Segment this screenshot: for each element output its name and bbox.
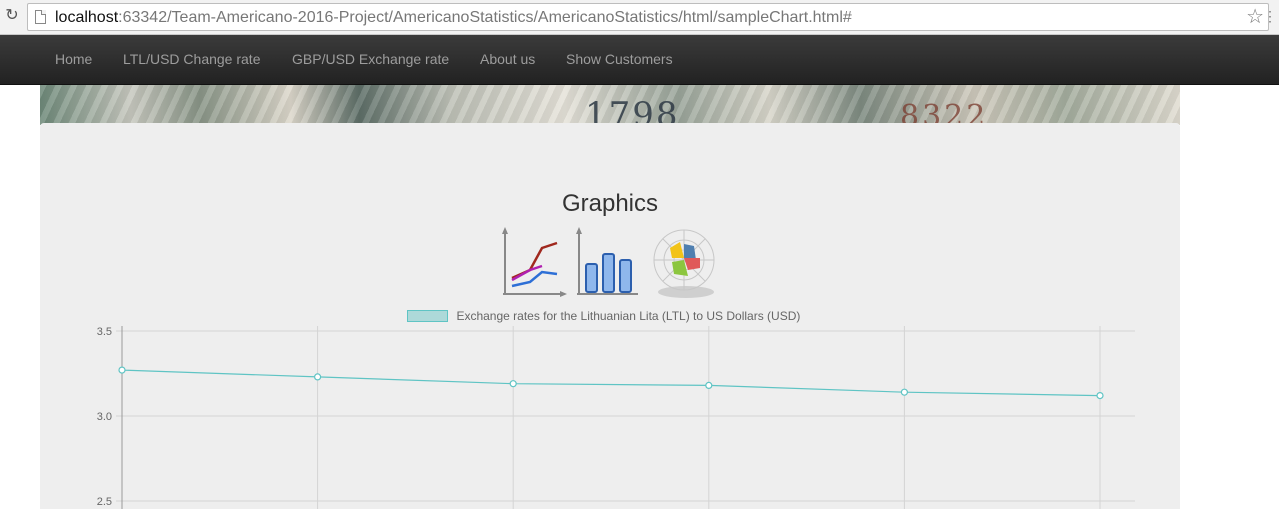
- radar-chart-icon[interactable]: [650, 226, 722, 305]
- y-tick-label: 2.5: [97, 496, 112, 508]
- nav-show-customers[interactable]: Show Customers: [566, 51, 673, 67]
- top-navbar: Home LTL/USD Change rate GBP/USD Exchang…: [0, 35, 1279, 85]
- page-title: Graphics: [561, 190, 659, 217]
- exchange-rate-line-chart: 3.5 3.0 2.5: [97, 326, 1135, 509]
- reload-icon[interactable]: ↻: [3, 7, 21, 25]
- banner-serial-number: 1798: [585, 95, 680, 125]
- line-chart-icon[interactable]: [500, 226, 568, 303]
- browser-menu-icon[interactable]: ⋮: [1263, 8, 1277, 25]
- url-host: localhost: [55, 9, 119, 26]
- data-point: [509, 380, 517, 388]
- data-point: [900, 388, 909, 396]
- data-point: [314, 373, 322, 381]
- data-point: [118, 366, 126, 374]
- page-icon: [35, 10, 46, 24]
- banner-serial-number-2: 8322: [900, 99, 989, 125]
- nav-home[interactable]: Home: [55, 51, 92, 67]
- address-bar[interactable]: localhost:63342/Team-Americano-2016-Proj…: [27, 3, 1269, 31]
- money-banner-image: 1798 8322: [40, 85, 1180, 125]
- browser-toolbar: ↻ localhost:63342/Team-Americano-2016-Pr…: [0, 0, 1279, 35]
- y-tick-label: 3.0: [97, 411, 112, 423]
- series-line: [121, 369, 1101, 397]
- data-point: [705, 381, 713, 390]
- nav-about-us[interactable]: About us: [480, 51, 535, 67]
- url-text[interactable]: localhost:63342/Team-Americano-2016-Proj…: [55, 9, 852, 27]
- bookmark-star-icon[interactable]: ☆: [1246, 6, 1264, 28]
- nav-gbp-usd-exchange-rate[interactable]: GBP/USD Exchange rate: [292, 51, 449, 67]
- url-path: :63342/Team-Americano-2016-Project/Ameri…: [118, 9, 852, 26]
- y-tick-label: 3.5: [97, 326, 112, 338]
- bar-chart-icon[interactable]: [574, 226, 642, 303]
- data-point: [1096, 391, 1104, 400]
- nav-ltl-usd-change-rate[interactable]: LTL/USD Change rate: [123, 51, 260, 67]
